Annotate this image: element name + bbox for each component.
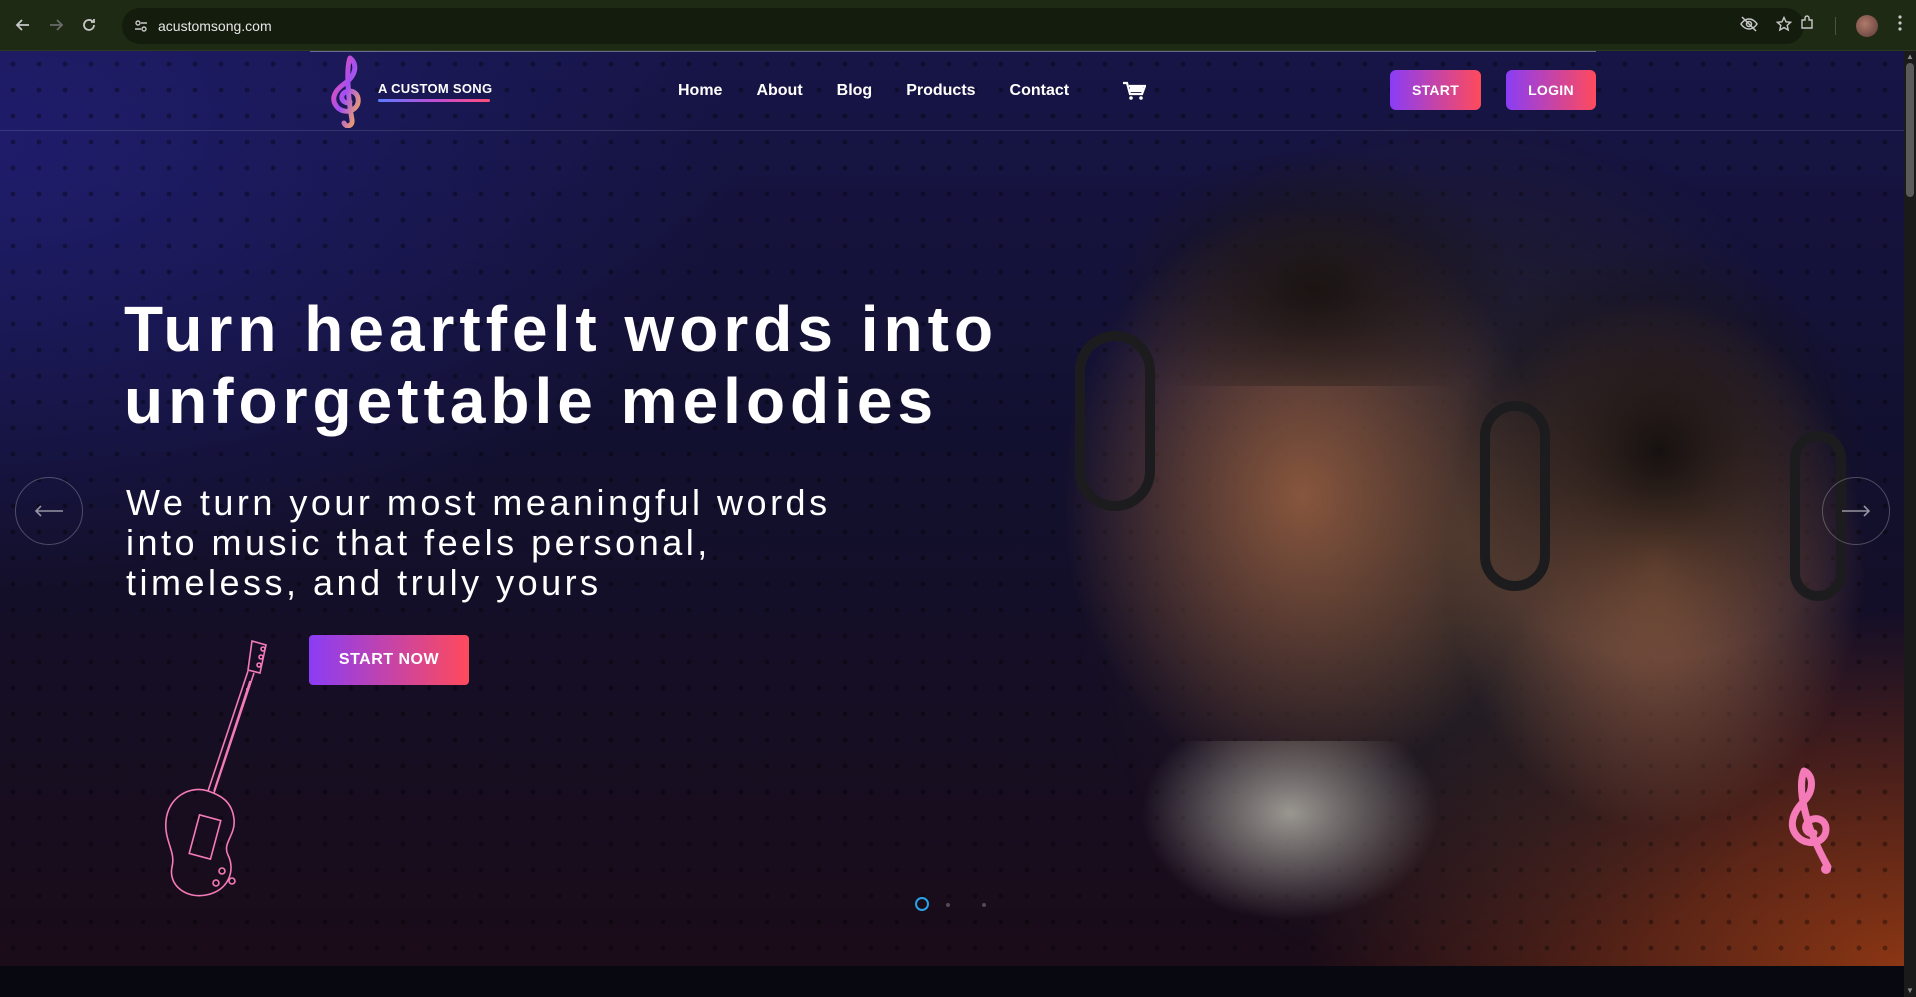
- carousel-prev-button[interactable]: [15, 477, 83, 545]
- cart-icon[interactable]: [1122, 81, 1146, 101]
- address-bar[interactable]: acustomsong.com: [122, 8, 1804, 44]
- eye-off-icon[interactable]: [1740, 15, 1758, 37]
- arrow-right-icon: [1842, 505, 1871, 517]
- hero-subheading-line: timeless, and truly yours: [126, 562, 602, 603]
- headphones-image: [1480, 401, 1550, 591]
- url-text[interactable]: acustomsong.com: [158, 18, 272, 34]
- main-nav: Home About Blog Products Contact: [678, 51, 1103, 130]
- menu-icon[interactable]: [1898, 15, 1902, 36]
- carousel-next-button[interactable]: [1822, 477, 1890, 545]
- treble-clef-logo-icon: [331, 55, 361, 128]
- back-icon[interactable]: [13, 15, 33, 35]
- login-button[interactable]: LOGIN: [1506, 70, 1596, 110]
- next-section-strip: [0, 966, 1904, 997]
- site-settings-icon[interactable]: [134, 19, 148, 33]
- page-scrollbar[interactable]: ▲ ▼: [1904, 51, 1916, 997]
- start-button[interactable]: START: [1390, 70, 1481, 110]
- hero-section: A CUSTOM SONG Home About Blog Products C…: [0, 51, 1904, 966]
- nav-home[interactable]: Home: [678, 82, 722, 100]
- star-icon[interactable]: [1775, 15, 1793, 37]
- profile-avatar[interactable]: [1856, 14, 1878, 37]
- reload-icon[interactable]: [79, 15, 99, 35]
- hero-headline: Turn heartfelt words into unforgettable …: [124, 293, 1124, 437]
- scroll-down-icon[interactable]: ▼: [1904, 985, 1916, 997]
- nav-about[interactable]: About: [756, 82, 802, 100]
- toolbar-separator: [1835, 16, 1836, 35]
- page: A CUSTOM SONG Home About Blog Products C…: [0, 51, 1904, 997]
- hero-subheading-line: We turn your most meaningful words: [126, 482, 831, 523]
- scroll-up-icon[interactable]: ▲: [1904, 51, 1916, 63]
- logo-tagline-bar: [378, 98, 490, 102]
- carousel-indicator[interactable]: [946, 903, 950, 907]
- nav-contact[interactable]: Contact: [1010, 82, 1070, 100]
- treble-clef-icon: [1788, 767, 1832, 874]
- forward-icon[interactable]: [46, 15, 66, 35]
- carousel-indicator[interactable]: [982, 903, 986, 907]
- start-now-button[interactable]: START NOW: [309, 635, 469, 685]
- browser-toolbar: acustomsong.com: [0, 0, 1916, 51]
- hero-photo-shirt: [1140, 741, 1440, 921]
- nav-blog[interactable]: Blog: [837, 82, 873, 100]
- scroll-thumb[interactable]: [1906, 63, 1914, 197]
- site-header: A CUSTOM SONG Home About Blog Products C…: [0, 51, 1904, 131]
- logo-title: A CUSTOM SONG: [378, 80, 493, 96]
- nav-products[interactable]: Products: [906, 82, 975, 100]
- carousel-indicator-active[interactable]: [915, 897, 929, 911]
- arrow-left-icon: [34, 505, 63, 517]
- site-logo[interactable]: A CUSTOM SONG: [320, 54, 492, 128]
- hero-subheading: We turn your most meaningful words into …: [126, 483, 1026, 603]
- extensions-icon[interactable]: [1799, 15, 1815, 36]
- hero-headline-line: Turn heartfelt words into: [124, 293, 999, 365]
- hero-headline-line: unforgettable melodies: [124, 365, 939, 437]
- guitar-icon: [165, 639, 267, 897]
- hero-subheading-line: into music that feels personal,: [126, 522, 711, 563]
